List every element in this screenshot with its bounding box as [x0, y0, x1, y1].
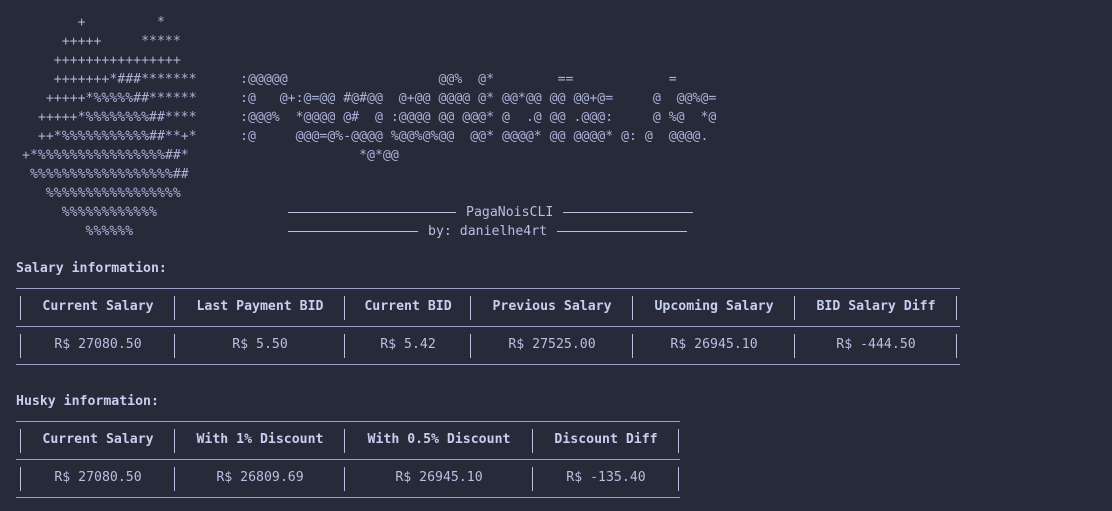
table-vbar	[956, 296, 957, 320]
table-header-cell: With 0.5% Discount	[367, 432, 511, 447]
table-vbar	[174, 429, 175, 453]
table-vbar	[174, 334, 175, 358]
author-credit: by: danielhe4rt	[428, 224, 548, 239]
terminal-window: + * +++++ ***** ++++++++++++++++ +++++++…	[0, 0, 1112, 511]
ascii-banner-line: :@@@% *@@@@ @# @ :@@@@ @@ @@@* @ .@ @@ .…	[240, 110, 717, 125]
ascii-logo-line: +++++ *****	[22, 34, 181, 49]
table-header-cell: Discount Diff	[554, 432, 658, 447]
author-rule-right	[557, 231, 688, 232]
table-header-cell: Previous Salary	[492, 299, 612, 314]
ascii-logo-line: ++*%%%%%%%%%%%##**+*	[22, 129, 197, 144]
table-vbar	[20, 467, 21, 491]
table-vbar	[794, 334, 795, 358]
table-data-cell: R$ -444.50	[836, 337, 916, 352]
ascii-logo-line: +++++*%%%%%##******	[22, 91, 197, 106]
table-data-cell: R$ 27525.00	[508, 337, 596, 352]
table-data-cell: R$ -135.40	[566, 470, 646, 485]
table-border-mid	[16, 326, 960, 327]
table-vbar	[344, 467, 345, 491]
table-vbar	[344, 296, 345, 320]
table-vbar	[174, 467, 175, 491]
salary-section-label: Salary information:	[16, 261, 167, 276]
table-vbar	[632, 334, 633, 358]
ascii-logo-line: %%%%%%%%%%%%%%%%%	[22, 186, 181, 201]
ascii-logo-line: +++++*%%%%%%%%##****	[22, 110, 197, 125]
ascii-banner-line: :@@@@@ @@% @* == =	[240, 72, 677, 87]
table-header-cell: Current Salary	[42, 299, 154, 314]
table-data-cell: R$ 26945.10	[670, 337, 758, 352]
table-vbar	[470, 296, 471, 320]
app-title-row: PagaNoisCLI	[288, 205, 694, 220]
table-header-cell: BID Salary Diff	[816, 299, 936, 314]
husky-section-label: Husky information:	[16, 394, 159, 409]
table-vbar	[20, 334, 21, 358]
ascii-logo-line: %%%%%%	[22, 224, 134, 239]
table-vbar	[344, 334, 345, 358]
table-vbar	[956, 334, 957, 358]
table-data-cell: R$ 27080.50	[54, 337, 142, 352]
table-border-mid	[16, 459, 680, 460]
table-vbar	[174, 296, 175, 320]
table-vbar	[20, 429, 21, 453]
table-header-cell: Upcoming Salary	[654, 299, 774, 314]
table-header-cell: Current BID	[364, 299, 452, 314]
table-vbar	[794, 296, 795, 320]
table-border-top	[16, 288, 960, 289]
author-rule-left	[288, 231, 418, 232]
table-data-cell: R$ 5.42	[380, 337, 436, 352]
table-vbar	[678, 429, 679, 453]
table-vbar	[470, 334, 471, 358]
table-border-top	[16, 421, 680, 422]
title-rule-left	[288, 212, 456, 213]
ascii-logo-line: +*%%%%%%%%%%%%%%%%##*	[22, 148, 189, 163]
ascii-banner-line: *@*@@	[240, 148, 399, 163]
app-title: PagaNoisCLI	[466, 205, 554, 220]
table-data-cell: R$ 26809.69	[216, 470, 304, 485]
ascii-logo-line: ++++++++++++++++	[22, 53, 181, 68]
author-row: by: danielhe4rt	[288, 224, 688, 239]
ascii-logo-line: %%%%%%%%%%%%%%%%%%##	[22, 167, 189, 182]
table-vbar	[678, 467, 679, 491]
table-border-bottom	[16, 497, 680, 498]
ascii-logo-line: %%%%%%%%%%%%	[22, 205, 157, 220]
table-vbar	[532, 467, 533, 491]
ascii-banner-line: :@ @@@=@%-@@@@ %@@%@%@@ @@* @@@@* @@ @@@…	[240, 129, 709, 144]
ascii-logo-line: + *	[22, 15, 165, 30]
table-header-cell: Current Salary	[42, 432, 154, 447]
table-vbar	[632, 296, 633, 320]
table-vbar	[344, 429, 345, 453]
title-rule-right	[563, 212, 694, 213]
table-data-cell: R$ 5.50	[232, 337, 288, 352]
ascii-banner-line: :@ @+:@=@@ #@#@@ @+@@ @@@@ @* @@*@@ @@ @…	[240, 91, 717, 106]
table-vbar	[20, 296, 21, 320]
table-data-cell: R$ 26945.10	[395, 470, 483, 485]
table-vbar	[532, 429, 533, 453]
table-header-cell: Last Payment BID	[196, 299, 324, 314]
table-data-cell: R$ 27080.50	[54, 470, 142, 485]
table-header-cell: With 1% Discount	[196, 432, 324, 447]
ascii-logo-line: +++++++*###*******	[22, 72, 197, 87]
table-border-bottom	[16, 364, 960, 365]
